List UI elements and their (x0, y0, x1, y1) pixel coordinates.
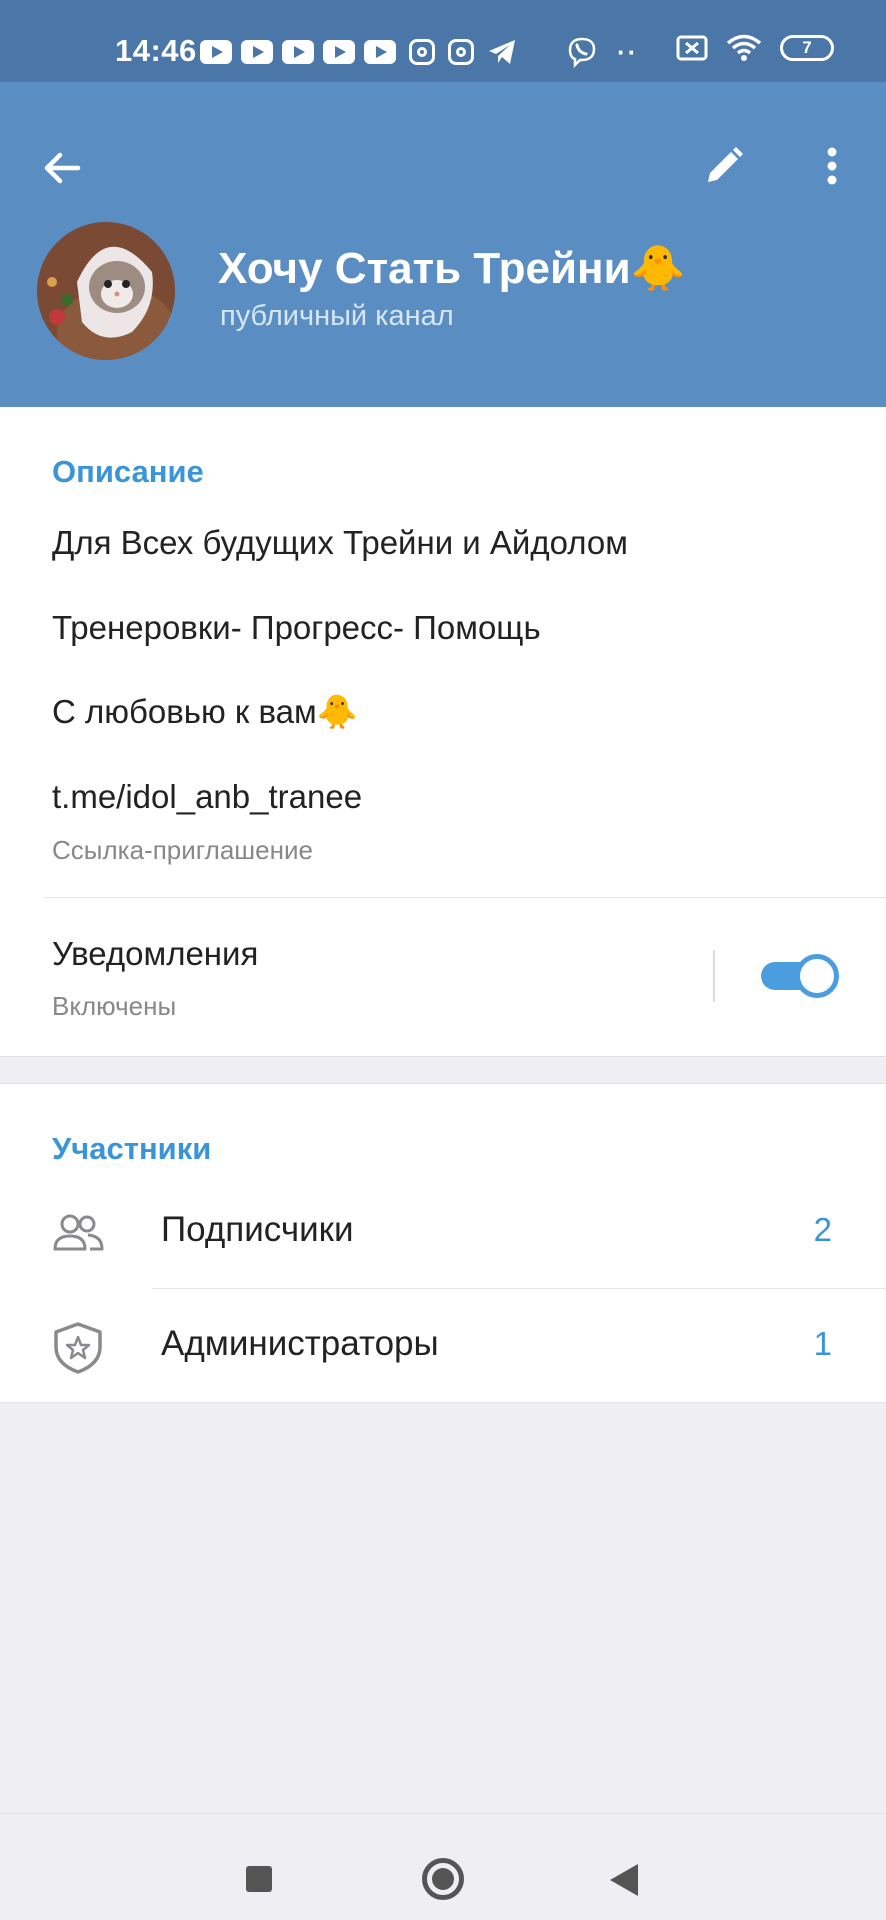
notifications-label[interactable]: Уведомления (52, 935, 258, 973)
wifi-icon (726, 34, 762, 61)
people-icon (53, 1214, 104, 1251)
description-line: С любовью к вам🐥 (52, 693, 358, 730)
home-button[interactable] (422, 1858, 464, 1900)
channel-avatar[interactable] (37, 222, 175, 360)
back-button[interactable] (610, 1864, 638, 1896)
administrators-label: Администраторы (161, 1324, 439, 1363)
toggle-knob (795, 954, 839, 998)
cat-photo (37, 222, 175, 360)
recents-button[interactable] (246, 1866, 272, 1892)
instagram-icon (448, 39, 474, 65)
instagram-icon (409, 39, 435, 65)
shield-star-icon (54, 1322, 102, 1374)
divider (713, 950, 715, 1002)
telegram-icon (489, 40, 515, 64)
notifications-toggle[interactable] (761, 954, 839, 998)
system-nav-bar (0, 1813, 886, 1920)
subscribers-count: 2 (813, 1211, 832, 1248)
channel-header: Хочу Стать Трейни🐥 публичный канал (0, 82, 886, 407)
back-arrow-icon[interactable] (38, 144, 86, 192)
subscribers-label: Подписчики (161, 1210, 354, 1249)
pencil-icon[interactable] (700, 142, 748, 190)
more-notifications-icon: ·· (617, 36, 639, 67)
notifications-status: Включены (52, 991, 177, 1021)
youtube-icon (200, 40, 232, 64)
more-vertical-icon[interactable] (808, 142, 856, 190)
viber-icon (568, 37, 596, 68)
description-line: Для Всех будущих Трейни и Айдолом (52, 524, 628, 561)
administrators-count: 1 (813, 1325, 832, 1362)
description-line: Тренеровки- Прогресс- Помощь (52, 609, 541, 646)
youtube-icon (282, 40, 314, 64)
status-bar: 14:46 ·· 7 (0, 0, 886, 82)
youtube-icon (323, 40, 355, 64)
invite-link[interactable]: t.me/idol_anb_tranee (52, 778, 362, 816)
channel-title: Хочу Стать Трейни🐥 (218, 244, 686, 293)
invite-link-caption: Ссылка-приглашение (52, 835, 313, 865)
system-status: 7 (676, 34, 834, 62)
youtube-icon (241, 40, 273, 64)
youtube-icon (364, 40, 396, 64)
description-title: Описание (52, 454, 204, 489)
notification-icons: ·· (200, 36, 638, 68)
battery-icon: 7 (780, 35, 834, 61)
divider (44, 897, 886, 898)
channel-subtitle: публичный канал (220, 300, 454, 332)
no-sim-icon (676, 35, 708, 61)
divider (153, 1288, 886, 1289)
status-time: 14:46 (115, 33, 197, 68)
members-title: Участники (52, 1131, 212, 1166)
